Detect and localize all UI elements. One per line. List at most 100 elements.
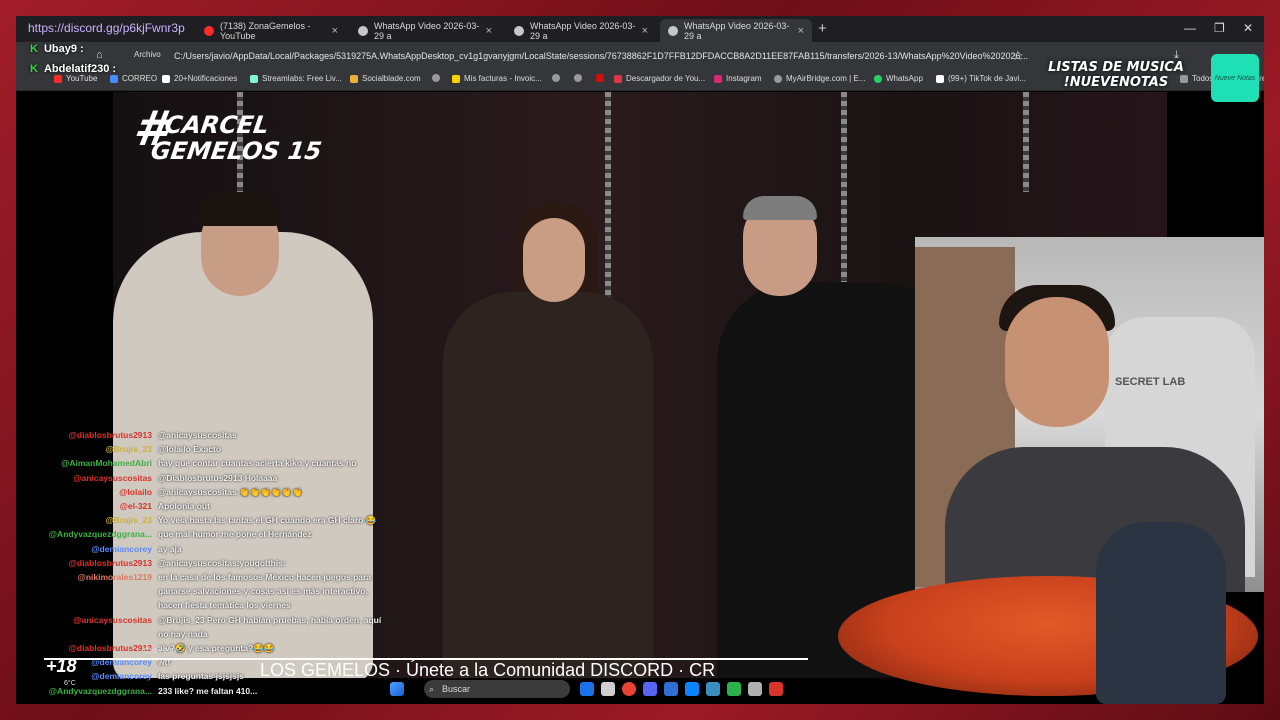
tab-whatsapp-video-2[interactable]: WhatsApp Video 2026-03-29 a × (506, 19, 656, 42)
bookmark-red[interactable] (596, 74, 608, 82)
chat-username[interactable]: @diablosbrutus2913 (34, 641, 158, 655)
tab-label: WhatsApp Video 2026-03-29 a (684, 20, 790, 41)
taskbar-app-green-icon[interactable] (727, 682, 741, 696)
taskbar-app-settings-icon[interactable] (748, 682, 762, 696)
bookmark-youtube-downloader[interactable]: Descargador de You... (614, 74, 705, 83)
bookmark-star-icon[interactable]: ☆ (1012, 48, 1024, 64)
tab-label: WhatsApp Video 2026-03-29 a (374, 20, 480, 41)
instagram-icon (714, 74, 722, 83)
globe-icon (668, 25, 678, 36)
windows-start-icon[interactable] (390, 682, 404, 696)
chat-message: @Andyvazquezdggrana... que mal humor me p… (34, 527, 394, 541)
chat-username[interactable]: @AimanMohamedAbri (34, 456, 158, 470)
overlay-user-2: K Abdelatif230 : (30, 63, 117, 75)
kick-icon: K (30, 63, 38, 75)
tab-whatsapp-video-3[interactable]: WhatsApp Video 2026-03-29 a × (660, 19, 812, 42)
close-icon[interactable]: × (642, 25, 648, 37)
bookmark-invoices[interactable]: Mis facturas - Invoic... (452, 74, 542, 83)
chat-username[interactable]: @demiancorey (34, 542, 158, 556)
chat-username[interactable]: @Brujis_23 (34, 442, 158, 456)
chat-text: @anicaysuscositas 👏👏👏👏👏👏 (158, 486, 303, 497)
chat-message: @AimanMohamedAbri hay que contar cuantas … (34, 456, 394, 470)
maximize-icon[interactable]: ❐ (1214, 21, 1225, 35)
home-icon[interactable]: ⌂ (96, 49, 103, 61)
chat-message: @diablosbrutus2913 alv?🤣 y esa pregunta?😂… (34, 641, 394, 655)
close-icon[interactable]: × (798, 25, 804, 37)
chat-username[interactable]: @Andyvazquezdggrana... (34, 527, 158, 541)
minimize-icon[interactable]: — (1184, 21, 1196, 35)
taskbar-search[interactable]: ⌕ Buscar (424, 680, 570, 698)
man-illustration (1096, 522, 1226, 704)
chat-text: en la casa de los famosos México hacen j… (158, 572, 372, 611)
chat-text: Yo veía hasta las tantas el GH cuando er… (158, 515, 377, 526)
chat-text: @anicaysuscositas:yougotthis: (158, 557, 286, 568)
tab-label: WhatsApp Video 2026-03-29 a (530, 20, 636, 41)
chat-username[interactable]: @nikimorales1219 (34, 570, 158, 613)
globe-icon (552, 74, 560, 82)
chat-text: @Brujis_23 Pero GH habían pruebas, había… (158, 614, 382, 639)
chat-username[interactable]: @el-321 (34, 499, 158, 513)
chair-brand-label: SECRET LAB (1115, 376, 1186, 388)
chat-text: @lolailo Exacto (158, 444, 222, 455)
taskbar-app-browser-icon[interactable] (706, 682, 720, 696)
bookmark-streamlabs[interactable]: Streamlabs: Free Liv... (250, 74, 342, 83)
taskbar-app-edge-icon[interactable] (685, 682, 699, 696)
bookmark-globe-1[interactable] (432, 74, 444, 82)
chat-text: alv?🤣 y esa pregunta?😂😂 (158, 643, 275, 654)
cloud-icon (774, 74, 782, 83)
bookmark-x-notifications[interactable]: 20+Notificaciones (162, 74, 237, 83)
taskbar-app-explorer-icon[interactable] (601, 682, 615, 696)
chat-message: @demiancorey ay aja (34, 542, 394, 556)
tab-whatsapp-video-1[interactable]: WhatsApp Video 2026-03-29 a × (350, 19, 500, 42)
taskbar-app-mail-icon[interactable] (664, 682, 678, 696)
chat-username[interactable]: @diablosbrutus2913 (34, 428, 158, 442)
x-icon (162, 74, 170, 83)
tab-label: (7138) ZonaGemelos - YouTube (220, 20, 311, 41)
close-icon[interactable]: × (486, 25, 492, 37)
close-window-icon[interactable]: ✕ (1243, 21, 1253, 35)
chat-username[interactable]: @lolailo (34, 485, 158, 499)
chat-message: @diablosbrutus2913 @anicaysuscositas (34, 428, 394, 442)
chat-message: @Brujis_23 Yo veía hasta las tantas el GH… (34, 513, 394, 527)
chat-username[interactable]: @anicaysuscositas (34, 613, 158, 641)
taskbar-app-files-icon[interactable] (580, 682, 594, 696)
chat-message: @el-321 Apolonia out (34, 499, 394, 513)
bookmark-socialblade[interactable]: Socialblade.com (350, 74, 421, 83)
overlay-user-1: K Ubay9 : (30, 43, 84, 55)
bookmark-instagram[interactable]: Instagram (714, 74, 762, 83)
music-widget-title: LISTAS DE MUSICA !NUEVENOTAS (1048, 60, 1184, 90)
taskbar-app-discord-icon[interactable] (643, 682, 657, 696)
taskbar-app-chrome-icon[interactable] (622, 682, 636, 696)
bookmark-globe-3[interactable] (574, 74, 586, 82)
bookmark-tiktok[interactable]: (99+) TikTok de Javi... (936, 74, 1026, 83)
close-icon[interactable]: × (332, 25, 338, 37)
person-hoodie-hair (197, 192, 281, 226)
age-rating-badge: +18 (46, 656, 77, 676)
bookmark-youtube[interactable]: YouTube (54, 74, 97, 83)
chat-username[interactable]: @diablosbrutus2913 (34, 556, 158, 570)
url-input[interactable]: C:/Users/javio/AppData/Local/Packages/53… (174, 51, 1028, 61)
chart-icon (350, 74, 358, 83)
bookmark-correo[interactable]: CORREO (110, 74, 157, 83)
bookmark-globe-2[interactable] (552, 74, 564, 82)
taskbar: 6°C ⌕ Buscar (34, 676, 810, 702)
browser-window: https://discord.gg/p6kjFwnr3p (7138) Zon… (16, 16, 1264, 704)
tab-youtube[interactable]: (7138) ZonaGemelos - YouTube × (196, 19, 346, 42)
taskbar-app-red-icon[interactable] (769, 682, 783, 696)
bookmark-myairbridge[interactable]: MyAirBridge.com | E... (774, 74, 865, 83)
chat-message: @lolailo @anicaysuscositas 👏👏👏👏👏👏 (34, 485, 394, 499)
mail-icon (110, 74, 118, 83)
chain-decoration (1023, 92, 1029, 192)
chat-text: hay que contar cuantas acierta kiko y cu… (158, 458, 357, 469)
chat-message: @nikimorales1219 en la casa de los famoso… (34, 570, 394, 613)
streamer-head (1005, 297, 1109, 427)
file-scheme-label: Archivo (134, 50, 161, 59)
bookmark-whatsapp[interactable]: WhatsApp (874, 74, 923, 83)
search-placeholder: Buscar (442, 684, 471, 694)
chat-username[interactable]: @Brujis_23 (34, 513, 158, 527)
chat-username[interactable]: @anicaysuscositas (34, 471, 158, 485)
chain-decoration (841, 92, 847, 292)
tiktok-icon (936, 74, 944, 83)
new-tab-button[interactable]: + (818, 20, 827, 37)
weather-widget[interactable]: 6°C (64, 680, 76, 688)
